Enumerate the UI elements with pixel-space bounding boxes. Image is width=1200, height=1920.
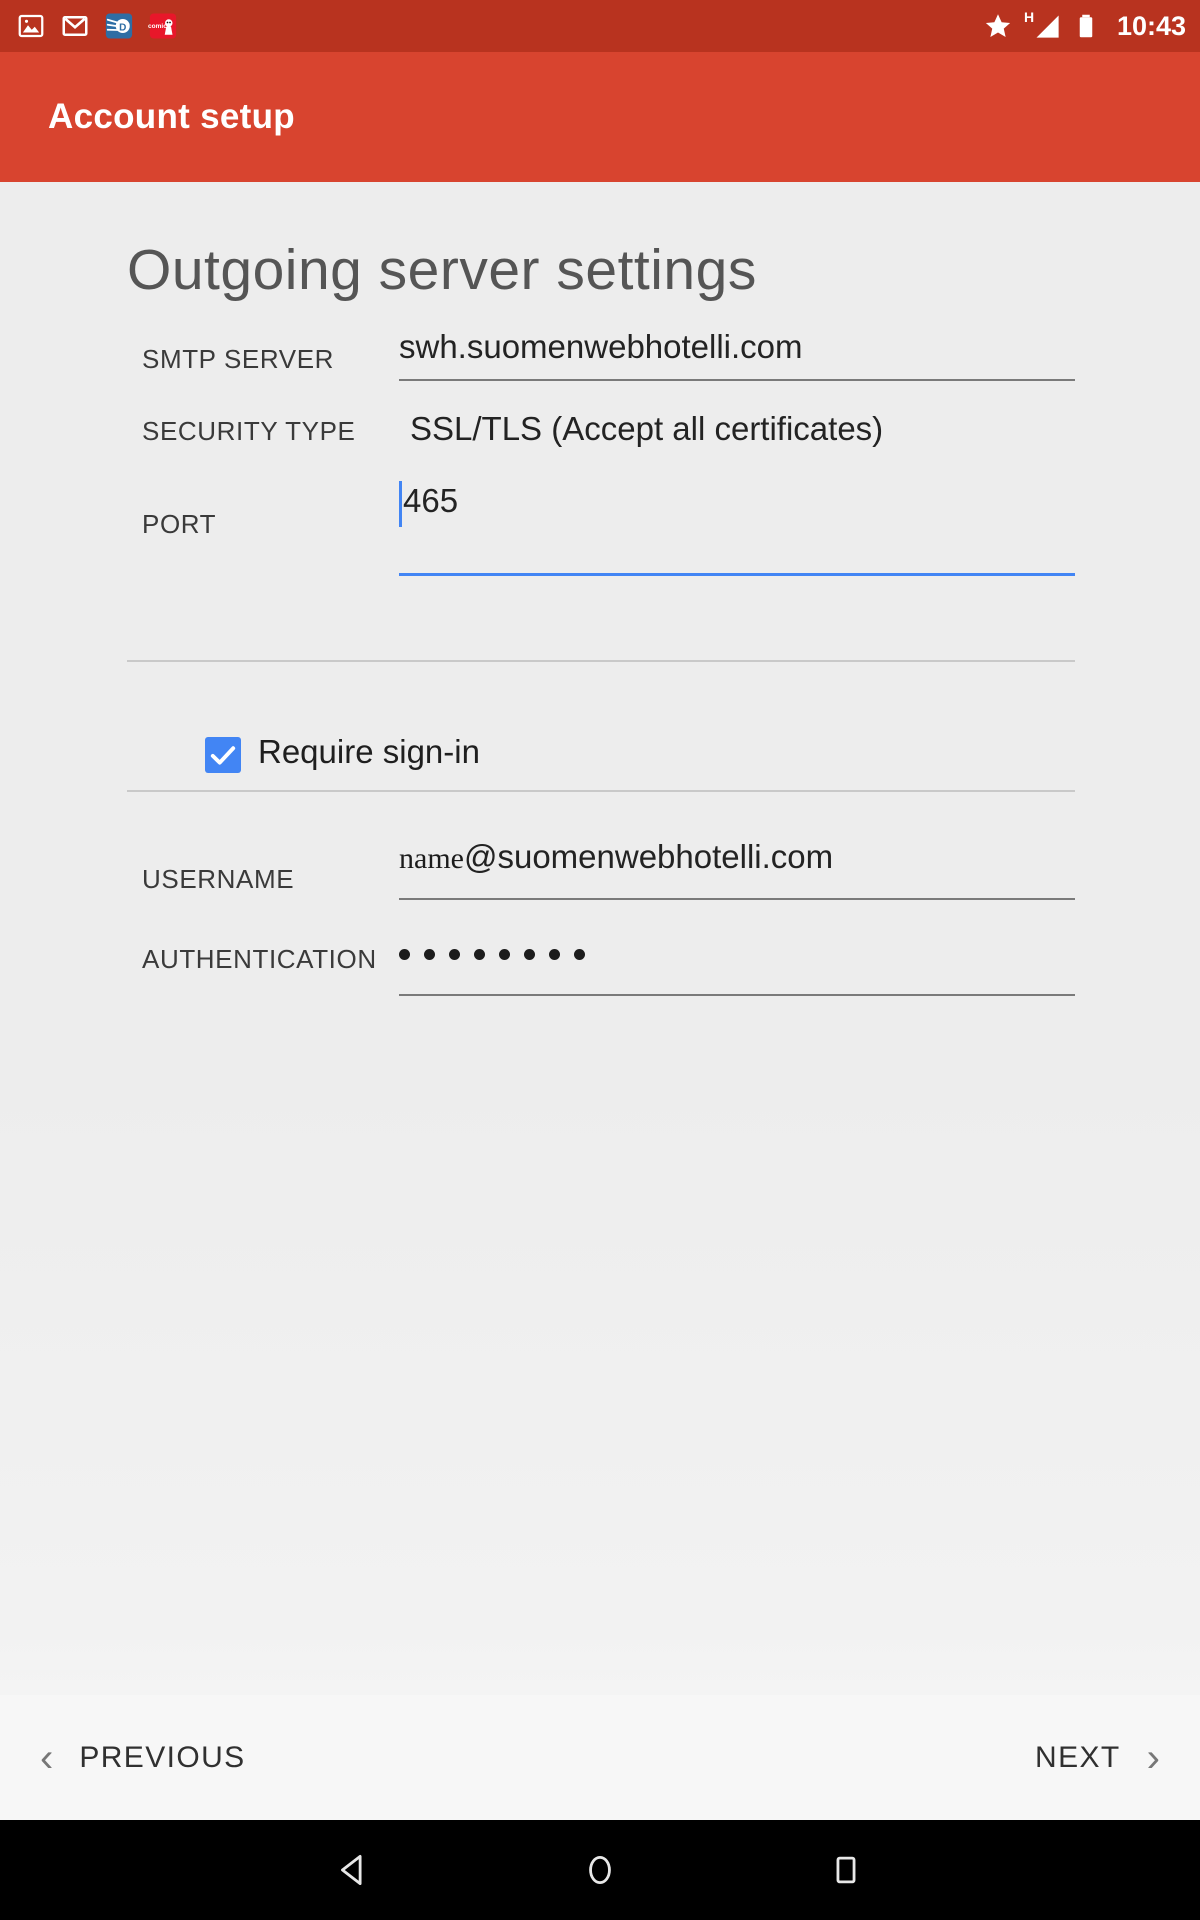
field-label-smtp-server: SMTP SERVER [142,344,335,374]
field-input-smtp-server[interactable]: swh.suomenwebhotelli.com [399,330,1075,363]
next-button[interactable]: NEXT › [1035,1695,1160,1820]
field-input-username[interactable]: name@suomenwebhotelli.com [399,840,1075,874]
recents-key[interactable] [823,1847,869,1893]
signal-icon: H [1024,10,1060,41]
field-value-username: name@suomenwebhotelli.com [399,840,1075,874]
status-bar: D comics H 10:43 [0,0,1200,52]
gmail-icon [60,11,90,41]
field-value-security-type[interactable]: SSL/TLS (Accept all certificates) [410,410,883,448]
android-screen: D comics H 10:43 Account setup Outgoing … [0,0,1200,1920]
text-cursor [399,481,402,527]
status-bar-clock: 10:43 [1116,10,1186,41]
field-underline-port [399,573,1075,576]
field-username[interactable]: USERNAME name@suomenwebhotelli.com [0,832,1200,904]
field-label-security-type: SECURITY TYPE [142,416,356,446]
comics-app-icon: comics [148,11,178,41]
battery-icon [1071,11,1101,41]
chevron-left-icon: ‹ [40,1735,54,1780]
field-underline-smtp-server [399,379,1075,381]
password-mask [399,938,1075,971]
field-input-authentication[interactable] [399,938,1075,971]
divider-bottom [127,790,1075,792]
previous-button-label: PREVIOUS [79,1740,246,1774]
require-signin-row[interactable]: Require sign-in [0,733,1200,797]
content-area: Outgoing server settings SMTP SERVER swh… [0,182,1200,1820]
field-smtp-server[interactable]: SMTP SERVER swh.suomenwebhotelli.com [0,322,1200,394]
field-label-port: PORT [142,509,217,539]
status-bar-notification-icons: D comics [16,11,178,41]
field-input-port[interactable]: 465 [403,484,1079,517]
home-key[interactable] [577,1847,623,1893]
next-button-label: NEXT [1035,1740,1121,1774]
system-navigation-bar [0,1820,1200,1920]
field-label-authentication: AUTHENTICATION [142,944,377,974]
field-value-smtp-server: swh.suomenwebhotelli.com [399,328,803,365]
require-signin-checkbox[interactable] [205,737,241,773]
field-security-type[interactable]: SECURITY TYPE SSL/TLS (Accept all certif… [0,394,1200,464]
field-authentication[interactable]: AUTHENTICATION [0,912,1200,1002]
field-underline-username [399,898,1075,900]
svg-text:D: D [119,23,126,34]
require-signin-label: Require sign-in [258,733,480,770]
status-bar-system-icons: H 10:43 [983,10,1186,41]
username-local-part: name [399,842,464,875]
previous-button[interactable]: ‹ PREVIOUS [40,1695,246,1820]
section-heading: Outgoing server settings [127,238,757,302]
field-underline-authentication [399,994,1075,996]
field-port[interactable]: PORT 465 [0,464,1200,576]
wizard-button-bar: ‹ PREVIOUS NEXT › [0,1695,1200,1820]
divider-top [127,660,1075,662]
field-label-username: USERNAME [142,864,295,894]
chevron-right-icon: › [1146,1735,1160,1780]
screenshot-image-icon [16,11,46,41]
priority-star-icon [983,11,1013,41]
app-bar: Account setup [0,52,1200,182]
page-title: Account setup [48,97,295,136]
username-domain-part: @suomenwebhotelli.com [463,838,834,875]
back-key[interactable] [331,1847,377,1893]
disqus-app-icon: D [104,11,134,41]
field-value-port: 465 [403,482,459,519]
